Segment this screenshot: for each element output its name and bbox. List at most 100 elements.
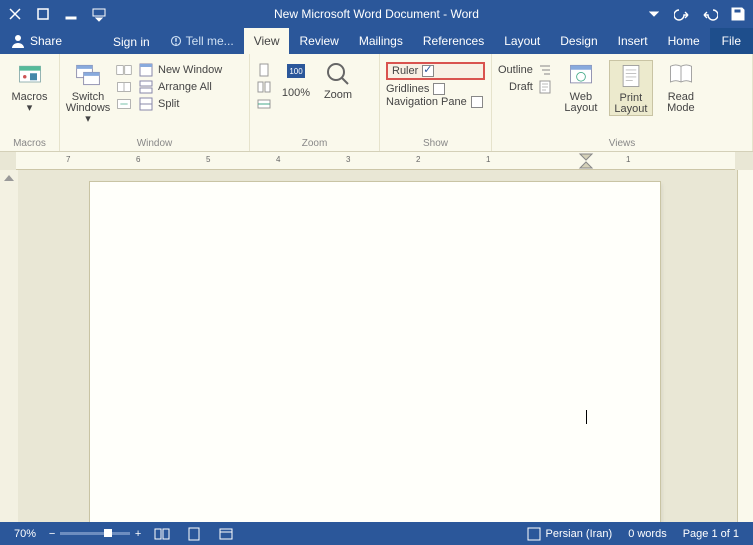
new-window-label: New Window [158,64,222,76]
word-count[interactable]: 0 words [620,528,675,540]
draft-button[interactable]: Draft [498,79,553,95]
web-layout-label: Web Layout [564,92,597,114]
page-count[interactable]: Page 1 of 1 [675,528,747,540]
close-icon[interactable] [4,3,26,25]
status-bar: 70% − + Persian (Iran) 0 words Page 1 of… [0,522,753,545]
tab-home[interactable]: Home [658,28,710,54]
nav-pane-label: Navigation Pane [386,96,467,108]
qat-more-icon[interactable] [643,3,665,25]
one-page-button[interactable] [256,62,272,78]
horizontal-ruler[interactable]: 7 6 5 4 3 2 1 1 [16,152,735,170]
ruler-tick: 1 [486,155,490,164]
checkbox-icon [471,96,483,108]
undo-icon[interactable] [699,3,721,25]
web-layout-button[interactable]: Web Layout [559,60,603,114]
vertical-ruler[interactable] [737,170,753,522]
nav-pane-checkbox[interactable]: Navigation Pane [386,96,485,108]
arrange-all-button[interactable]: Arrange All [138,79,222,95]
ruler-checkbox[interactable]: Ruler [386,62,485,80]
outline-button[interactable]: Outline [498,62,553,78]
page-width-button[interactable] [256,96,272,112]
redo-icon[interactable] [671,3,693,25]
tab-file[interactable]: File [710,28,753,54]
indent-marker-icon[interactable] [576,152,596,170]
reset-window-button[interactable] [116,96,132,112]
sync-scroll-button[interactable] [116,79,132,95]
view-side-by-side-button[interactable] [116,62,132,78]
switch-windows-button[interactable]: Switch Windows ▾ [66,60,110,125]
hundred-percent-button[interactable]: 100 100% [278,60,314,99]
print-layout-label: Print Layout [614,93,647,115]
multiple-pages-button[interactable] [256,79,272,95]
switch-windows-label: Switch Windows [66,91,111,114]
restore-icon[interactable] [32,3,54,25]
tab-view[interactable]: View [244,28,290,54]
vertical-scrollbar[interactable] [0,170,18,522]
tell-me-label: Tell me... [186,34,234,48]
zoom-percent[interactable]: 70% [6,528,44,540]
gridlines-label: Gridlines [386,83,429,95]
share-label: Share [30,34,62,48]
tab-mailings[interactable]: Mailings [349,28,413,54]
tab-review[interactable]: Review [289,28,348,54]
zoom-in-button[interactable]: + [130,528,146,540]
document-page[interactable] [90,182,660,522]
ruler-tick: 1 [626,155,630,164]
tell-me-button[interactable]: Tell me... [160,28,244,54]
view-print-icon[interactable] [178,526,210,542]
print-layout-button[interactable]: Print Layout [609,60,653,116]
outline-label: Outline [498,64,533,76]
tab-insert[interactable]: Insert [608,28,658,54]
ruler-tick: 6 [136,155,140,164]
slider-thumb-icon[interactable] [104,529,112,537]
read-mode-label: Read Mode [667,92,695,114]
macros-label: Macros [11,91,47,103]
ribbon-options-icon[interactable] [88,3,110,25]
checkbox-icon [422,65,434,77]
window-title: New Microsoft Word Document - Word [110,7,643,21]
scroll-up-icon[interactable] [0,170,18,186]
text-cursor [586,410,587,424]
group-label-macros: Macros [6,138,53,151]
ribbon-tabs: Share Sign in Tell me... View Review Mai… [0,28,753,54]
arrange-all-label: Arrange All [158,81,212,93]
tab-references[interactable]: References [413,28,494,54]
read-mode-button[interactable]: Read Mode [659,60,703,114]
document-area[interactable]: 7 6 5 4 3 2 1 1 [0,152,753,522]
save-icon[interactable] [727,3,749,25]
ruler-tick: 4 [276,155,280,164]
ruler-label: Ruler [392,65,418,77]
share-button[interactable]: Share [0,28,72,54]
zoom-label: Zoom [324,90,352,101]
zoom-button[interactable]: Zoom [320,60,356,101]
new-window-button[interactable]: New Window [138,62,222,78]
language-label: Persian (Iran) [546,528,613,540]
group-label-show: Show [386,138,485,151]
split-button[interactable]: Split [138,96,222,112]
view-web-icon[interactable] [210,526,242,542]
group-label-views: Views [498,138,746,151]
title-bar: New Microsoft Word Document - Word [0,0,753,28]
zoom-out-button[interactable]: − [44,528,60,540]
ribbon: Macros▾ Macros Switch Windows ▾ New Wind… [0,54,753,152]
zoom-slider[interactable] [60,532,130,535]
ruler-tick: 2 [416,155,420,164]
macros-button[interactable]: Macros▾ [8,60,52,114]
draft-label: Draft [509,81,533,93]
hundred-label: 100% [282,88,310,99]
group-label-zoom: Zoom [256,138,373,151]
group-label-window: Window [66,138,243,151]
split-label: Split [158,98,179,110]
view-read-icon[interactable] [146,526,178,542]
checkbox-icon [433,83,445,95]
ruler-tick: 5 [206,155,210,164]
tab-layout[interactable]: Layout [494,28,550,54]
ruler-tick: 7 [66,155,70,164]
gridlines-checkbox[interactable]: Gridlines [386,83,485,95]
svg-text:100: 100 [289,67,303,76]
minimize-icon[interactable] [60,3,82,25]
sign-in-button[interactable]: Sign in [103,30,160,54]
tab-design[interactable]: Design [550,28,607,54]
language-status[interactable]: Persian (Iran) [518,526,621,542]
ruler-tick: 3 [346,155,350,164]
